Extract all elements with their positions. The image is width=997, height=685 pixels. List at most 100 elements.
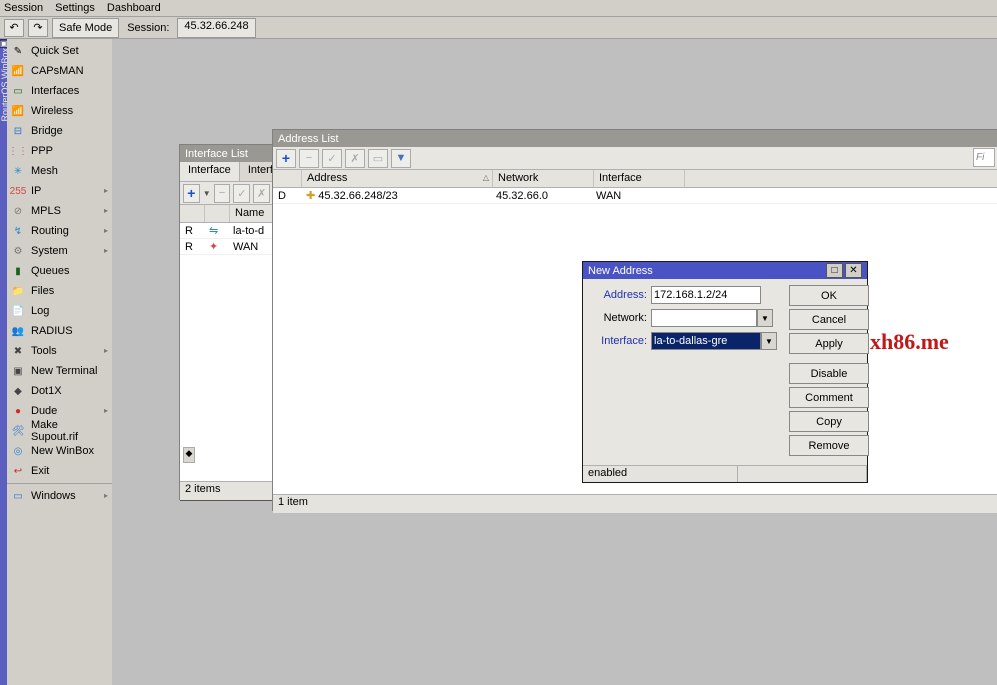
sidebar-icon: ▣ [11,364,25,378]
dialog-buttons: OK Cancel Apply Disable Comment Copy Remove [783,279,875,465]
sidebar-icon: 📶 [11,104,25,118]
sidebar-item-ppp[interactable]: ⋮⋮ PPP [7,141,112,161]
remove-button[interactable]: − [214,184,231,203]
filter-icon[interactable]: ▼ [391,149,411,168]
apply-button[interactable]: Apply [789,333,869,354]
dialog-titlebar[interactable]: New Address □ ✕ [583,262,867,279]
menu-settings[interactable]: Settings [55,2,95,14]
comment-button[interactable]: Comment [789,387,869,408]
col-flag[interactable] [273,170,302,187]
interface-list-title[interactable]: Interface List [180,145,273,162]
tab-interface[interactable]: Interface [180,162,240,181]
sidebar-item-dude[interactable]: ●Dude▸ [7,401,112,421]
sidebar-item-wireless[interactable]: 📶Wireless [7,101,112,121]
sidebar-item-make-supout-rif[interactable]: 🛠Make Supout.rif [7,421,112,441]
col-address[interactable]: Address△ [302,170,493,187]
sidebar-label: Exit [31,465,49,477]
address-list-title[interactable]: Address List [273,130,997,147]
toolbar: ↶ ↷ Safe Mode Session: 45.32.66.248 [0,17,997,39]
table-row[interactable]: D✚ 45.32.66.248/2345.32.66.0WAN [273,188,997,204]
sidebar-item-interfaces[interactable]: ▭Interfaces [7,81,112,101]
sidebar-label: Make Supout.rif [31,419,108,443]
sidebar-item-new-terminal[interactable]: ▣ New Terminal [7,361,112,381]
network-input[interactable] [651,309,757,327]
sidebar-icon: ✳ [11,164,25,178]
col-network[interactable]: Network [493,170,594,187]
disable-button[interactable]: ✗ [345,149,365,168]
table-row[interactable]: R✦WAN [180,239,273,255]
sidebar: ✎Quick Set📶CAPsMAN▭Interfaces📶Wireless⊟B… [7,39,113,685]
sidebar-icon: 📄 [11,304,25,318]
undo-icon[interactable]: ↶ [4,19,24,37]
sidebar-label: MPLS [31,205,61,217]
comment-button[interactable]: ▭ [368,149,388,168]
disable-button[interactable]: Disable [789,363,869,384]
address-label: Address: [589,289,651,301]
network-cell: 45.32.66.0 [491,188,591,203]
ok-button[interactable]: OK [789,285,869,306]
sidebar-item-ip[interactable]: 255IP▸ [7,181,112,201]
sidebar-item-routing[interactable]: ↯Routing▸ [7,221,112,241]
sidebar-item-quick-set[interactable]: ✎Quick Set [7,41,112,61]
col-interface[interactable]: Interface [594,170,685,187]
copy-button[interactable]: Copy [789,411,869,432]
add-button[interactable]: + [183,184,200,203]
add-button[interactable]: + [276,149,296,168]
interface-dropdown-icon[interactable]: ▼ [761,332,777,350]
sidebar-item-tools[interactable]: ✖Tools▸ [7,341,112,361]
sidebar-icon: ⋮⋮ [11,144,25,158]
sidebar-item-mpls[interactable]: ⊘MPLS▸ [7,201,112,221]
sidebar-label: New Terminal [31,365,97,377]
menu-dashboard[interactable]: Dashboard [107,2,161,14]
sidebar-label: RADIUS [31,325,73,337]
disable-button[interactable]: ✗ [253,184,270,203]
sidebar-item-mesh[interactable]: ✳Mesh [7,161,112,181]
find-input[interactable]: Fi [973,148,995,167]
sidebar-item-dot1x[interactable]: ◆Dot1X [7,381,112,401]
sidebar-icon: ▭ [11,489,25,503]
table-row[interactable]: R⇋la-to-d [180,223,273,239]
sidebar-label: System [31,245,68,257]
detach-icon[interactable]: □ [826,263,843,278]
sidebar-item-exit[interactable]: ↩Exit [7,461,112,481]
sidebar-label: Routing [31,225,69,237]
sidebar-label: CAPsMAN [31,65,84,77]
col-name[interactable]: Name [230,205,273,222]
enable-button[interactable]: ✓ [322,149,342,168]
submenu-arrow-icon: ▸ [104,226,108,235]
flag-cell: R [180,239,204,254]
address-input[interactable] [651,286,761,304]
sidebar-item-new-winbox[interactable]: ◎New WinBox [7,441,112,461]
sidebar-item-capsman[interactable]: 📶CAPsMAN [7,61,112,81]
name-cell: la-to-d [228,223,273,238]
scroll-left-icon[interactable]: ◆ [183,447,195,463]
main-area: ▣ RouterOS WinBox ✎Quick Set📶CAPsMAN▭Int… [0,39,997,685]
sidebar-item-queues[interactable]: ▮Queues [7,261,112,281]
sidebar-item-log[interactable]: 📄Log [7,301,112,321]
close-icon[interactable]: ✕ [845,263,862,278]
safe-mode-button[interactable]: Safe Mode [52,18,119,38]
sidebar-label: PPP [31,145,53,157]
network-dropdown-icon[interactable]: ▼ [757,309,773,327]
sidebar-label: Quick Set [31,45,79,57]
sidebar-item-bridge[interactable]: ⊟Bridge [7,121,112,141]
enable-button[interactable]: ✓ [233,184,250,203]
remove-button[interactable]: Remove [789,435,869,456]
cancel-button[interactable]: Cancel [789,309,869,330]
interface-list-window: Interface List Interface Interfa +▼ − ✓ … [179,144,274,500]
watermark: xh86.me [870,329,949,355]
redo-icon[interactable]: ↷ [28,19,48,37]
sidebar-icon: ⊘ [11,204,25,218]
sidebar-item-radius[interactable]: 👥RADIUS [7,321,112,341]
sidebar-item-system[interactable]: ⚙System▸ [7,241,112,261]
address-header: Address△NetworkInterface [273,170,997,188]
interface-header: Name [180,205,273,223]
session-label: Session: [123,22,173,34]
interface-select[interactable]: la-to-dallas-gre [651,332,761,350]
new-address-dialog: New Address □ ✕ Address: Network: [582,261,868,483]
remove-button[interactable]: − [299,149,319,168]
menu-session[interactable]: Session [4,2,43,14]
sort-icon: △ [483,173,489,182]
sidebar-item-files[interactable]: 📁Files [7,281,112,301]
sidebar-item-windows[interactable]: ▭Windows▸ [7,486,112,506]
